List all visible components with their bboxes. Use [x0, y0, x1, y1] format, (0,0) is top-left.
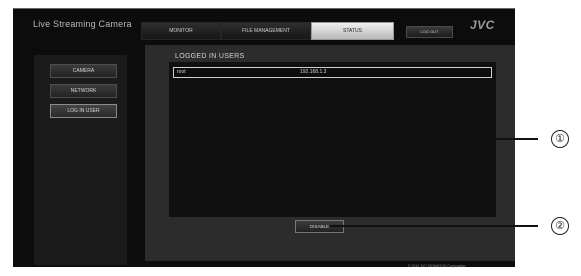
user-row[interactable]: root 192.168.1.3: [173, 67, 492, 78]
user-ip-address: 192.168.1.3: [300, 69, 327, 75]
copyright-text: © 2012 JVC KENWOOD Corporation: [408, 264, 466, 268]
app-window: Live Streaming Camera MONITOR FILE MANAG…: [13, 8, 515, 268]
callout-line-1: [478, 138, 538, 140]
tab-monitor[interactable]: MONITOR: [141, 22, 221, 40]
tab-file-management[interactable]: FILE MANAGEMENT: [221, 22, 311, 40]
section-title: LOGGED IN USERS: [175, 53, 245, 60]
user-name: root: [177, 69, 186, 75]
tab-status[interactable]: STATUS: [311, 22, 394, 40]
logged-in-users-list: [169, 62, 496, 217]
callout-line-2: [330, 225, 538, 227]
callout-number-1: ①: [551, 130, 569, 148]
jvc-logo: JVC: [470, 18, 495, 32]
sidebar-item-camera[interactable]: CAMERA: [50, 64, 117, 78]
sidebar-item-log-in-user[interactable]: LOG IN USER: [50, 104, 117, 118]
callout-number-2: ②: [551, 217, 569, 235]
sidebar-item-network[interactable]: NETWORK: [50, 84, 117, 98]
app-title: Live Streaming Camera: [33, 19, 132, 29]
logout-button[interactable]: LOG OUT: [406, 26, 453, 38]
